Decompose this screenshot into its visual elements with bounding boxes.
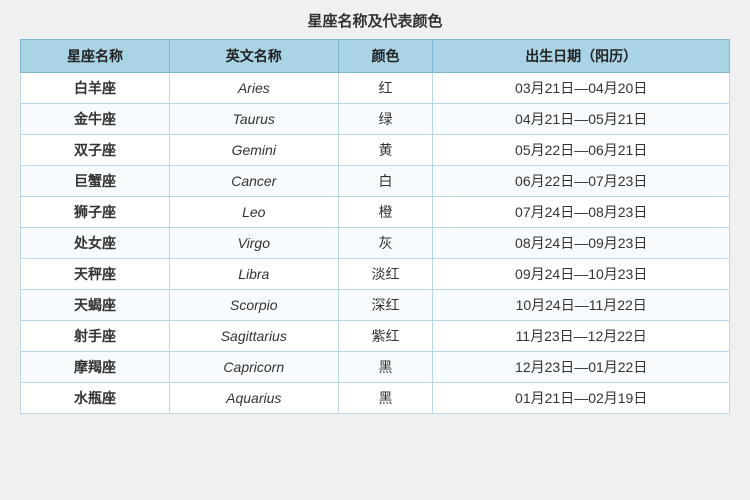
table-row: 双子座Gemini黄05月22日—06月21日 — [21, 135, 730, 166]
cell-color: 白 — [338, 166, 433, 197]
cell-chinese: 天蝎座 — [21, 290, 170, 321]
cell-chinese: 狮子座 — [21, 197, 170, 228]
cell-chinese: 金牛座 — [21, 104, 170, 135]
cell-dates: 10月24日—11月22日 — [433, 290, 730, 321]
table-row: 射手座Sagittarius紫红11月23日—12月22日 — [21, 321, 730, 352]
table-header-row: 星座名称 英文名称 颜色 出生日期（阳历） — [21, 40, 730, 73]
cell-chinese: 射手座 — [21, 321, 170, 352]
cell-english: Scorpio — [169, 290, 338, 321]
cell-color: 深红 — [338, 290, 433, 321]
cell-english: Libra — [169, 259, 338, 290]
cell-chinese: 巨蟹座 — [21, 166, 170, 197]
cell-chinese: 处女座 — [21, 228, 170, 259]
cell-dates: 09月24日—10月23日 — [433, 259, 730, 290]
cell-chinese: 水瓶座 — [21, 383, 170, 414]
cell-dates: 05月22日—06月21日 — [433, 135, 730, 166]
cell-english: Taurus — [169, 104, 338, 135]
cell-color: 橙 — [338, 197, 433, 228]
cell-english: Cancer — [169, 166, 338, 197]
table-row: 处女座Virgo灰08月24日—09月23日 — [21, 228, 730, 259]
cell-chinese: 白羊座 — [21, 73, 170, 104]
table-row: 摩羯座Capricorn黑12月23日—01月22日 — [21, 352, 730, 383]
main-container: 星座名称及代表颜色 星座名称 英文名称 颜色 出生日期（阳历） 白羊座Aries… — [20, 10, 730, 414]
cell-chinese: 天秤座 — [21, 259, 170, 290]
cell-color: 绿 — [338, 104, 433, 135]
col-header-english: 英文名称 — [169, 40, 338, 73]
cell-color: 淡红 — [338, 259, 433, 290]
cell-english: Capricorn — [169, 352, 338, 383]
cell-dates: 11月23日—12月22日 — [433, 321, 730, 352]
cell-english: Virgo — [169, 228, 338, 259]
cell-color: 黑 — [338, 352, 433, 383]
table-row: 天秤座Libra淡红09月24日—10月23日 — [21, 259, 730, 290]
cell-color: 灰 — [338, 228, 433, 259]
cell-english: Aquarius — [169, 383, 338, 414]
cell-dates: 01月21日—02月19日 — [433, 383, 730, 414]
cell-color: 黑 — [338, 383, 433, 414]
cell-english: Sagittarius — [169, 321, 338, 352]
cell-dates: 12月23日—01月22日 — [433, 352, 730, 383]
table-row: 狮子座Leo橙07月24日—08月23日 — [21, 197, 730, 228]
col-header-dates: 出生日期（阳历） — [433, 40, 730, 73]
table-row: 天蝎座Scorpio深红10月24日—11月22日 — [21, 290, 730, 321]
table-row: 巨蟹座Cancer白06月22日—07月23日 — [21, 166, 730, 197]
cell-dates: 06月22日—07月23日 — [433, 166, 730, 197]
cell-color: 黄 — [338, 135, 433, 166]
col-header-chinese: 星座名称 — [21, 40, 170, 73]
cell-color: 红 — [338, 73, 433, 104]
cell-dates: 04月21日—05月21日 — [433, 104, 730, 135]
col-header-color: 颜色 — [338, 40, 433, 73]
cell-chinese: 双子座 — [21, 135, 170, 166]
page-title: 星座名称及代表颜色 — [20, 10, 730, 31]
cell-english: Leo — [169, 197, 338, 228]
cell-color: 紫红 — [338, 321, 433, 352]
cell-dates: 07月24日—08月23日 — [433, 197, 730, 228]
cell-chinese: 摩羯座 — [21, 352, 170, 383]
table-row: 金牛座Taurus绿04月21日—05月21日 — [21, 104, 730, 135]
cell-english: Aries — [169, 73, 338, 104]
table-row: 水瓶座Aquarius黑01月21日—02月19日 — [21, 383, 730, 414]
cell-dates: 03月21日—04月20日 — [433, 73, 730, 104]
cell-dates: 08月24日—09月23日 — [433, 228, 730, 259]
zodiac-table: 星座名称 英文名称 颜色 出生日期（阳历） 白羊座Aries红03月21日—04… — [20, 39, 730, 414]
table-row: 白羊座Aries红03月21日—04月20日 — [21, 73, 730, 104]
cell-english: Gemini — [169, 135, 338, 166]
